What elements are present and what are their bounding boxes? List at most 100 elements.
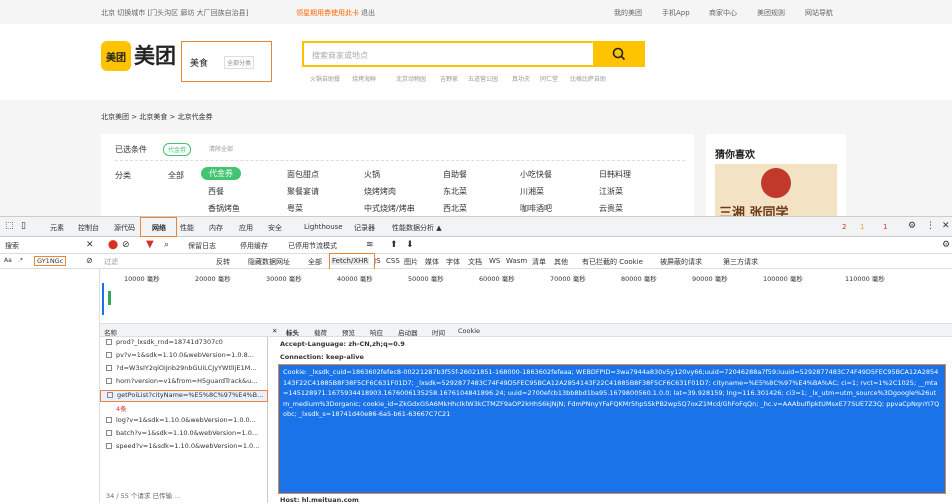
filter-other[interactable]: 其他 — [554, 257, 568, 267]
tab-cookies[interactable]: Cookie — [458, 327, 480, 335]
network-overview[interactable]: 10000 毫秒 20000 毫秒 30000 毫秒 40000 毫秒 5000… — [100, 269, 952, 324]
filter-manifest[interactable]: 清单 — [532, 257, 546, 267]
top-link-sitemap[interactable]: 网站导航 — [805, 8, 833, 18]
filter-media[interactable]: 媒体 — [425, 257, 439, 267]
settings-icon[interactable]: ⚙ — [908, 221, 916, 231]
category-item[interactable]: 小吃快餐 — [520, 169, 552, 180]
tab-performance[interactable]: 性能 — [180, 223, 194, 233]
request-row[interactable]: batch?v=1&sdk=1.10.0&webVersion=1.0... — [100, 429, 268, 441]
tab-elements[interactable]: 元素 — [50, 223, 64, 233]
tab-security[interactable]: 安全 — [268, 223, 282, 233]
tab-recorder[interactable]: 记录器 — [354, 223, 375, 233]
tab-lighthouse[interactable]: Lighthouse — [304, 223, 343, 231]
invert-checkbox[interactable]: 反转 — [216, 257, 230, 267]
hot-word[interactable]: 烧烤海鲜 — [352, 74, 376, 83]
error-badge[interactable]: 2 — [842, 223, 846, 231]
hot-word[interactable]: 真功夫 — [512, 74, 530, 83]
category-item[interactable]: 日韩料理 — [599, 169, 631, 180]
clear-search-icon[interactable]: ⊘ — [86, 256, 93, 265]
search-input[interactable]: 搜索商家或地点 — [302, 41, 595, 67]
filter-all[interactable]: 全部 — [308, 257, 322, 267]
category-tag-active[interactable]: 代金券 — [201, 167, 241, 180]
request-row[interactable]: speed?v=1&sdk=1.10.0&webVersion=1.0... — [100, 442, 268, 454]
filter-img[interactable]: 图片 — [404, 257, 418, 267]
search-network-icon[interactable]: ⌕ — [164, 240, 169, 250]
filter-doc[interactable]: 文档 — [468, 257, 482, 267]
hot-word[interactable]: 北京动物园 — [396, 74, 426, 83]
throttle-select[interactable]: 已停用节流模式 — [288, 241, 337, 251]
meituan-logo-icon[interactable]: 美团 — [101, 41, 131, 71]
recommend-image[interactable]: 三湘 张同学 — [715, 164, 837, 221]
tab-application[interactable]: 应用 — [239, 223, 253, 233]
tab-preview[interactable]: 预览 — [342, 327, 355, 337]
inspect-icon[interactable]: ⬚ — [5, 221, 14, 231]
category-item[interactable]: 东北菜 — [443, 186, 467, 197]
category-dropdown[interactable]: 全部分类 — [224, 56, 255, 69]
warning-badge[interactable]: 1 — [860, 223, 864, 231]
category-item[interactable]: 粤菜 — [287, 203, 303, 214]
category-item[interactable]: 咖啡酒吧 — [520, 203, 552, 214]
top-link-merchant[interactable]: 商家中心 — [709, 8, 737, 18]
tab-console[interactable]: 控制台 — [78, 223, 99, 233]
category-item[interactable]: 烧烤烤肉 — [364, 186, 396, 197]
filter-tag[interactable]: 代金券 — [163, 143, 192, 156]
filter-input[interactable]: 过滤 — [104, 257, 118, 267]
filter-font[interactable]: 字体 — [446, 257, 460, 267]
category-item[interactable]: 西餐 — [208, 186, 224, 197]
category-item[interactable]: 中式烧烤/烤串 — [364, 203, 415, 214]
tab-sources[interactable]: 源代码 — [114, 223, 135, 233]
top-link-app[interactable]: 手机App — [662, 8, 690, 18]
hot-word[interactable]: 同仁堂 — [540, 74, 558, 83]
category-item[interactable]: 聚餐宴请 — [287, 186, 319, 197]
hot-word[interactable]: 五道营公园 — [468, 74, 498, 83]
name-header[interactable]: 名称 — [100, 324, 268, 337]
category-item[interactable]: 火锅 — [364, 169, 380, 180]
request-row[interactable]: pv?v=1&sdk=1.10.0&webVersion=1.0.8... — [100, 351, 268, 363]
tab-initiator[interactable]: 启动器 — [398, 327, 418, 337]
request-row[interactable]: log?v=1&sdk=1.10.0&webVersion=1.0.0... — [100, 416, 268, 428]
blocked-requests-checkbox[interactable]: 被屏蔽的请求 — [660, 257, 702, 267]
logout-link[interactable]: 退出 — [361, 8, 375, 18]
tab-performance-insights[interactable]: 性能数据分析 ▲ — [392, 223, 442, 233]
category-selector[interactable]: 美食 全部分类 — [181, 41, 272, 82]
blocked-cookies-checkbox[interactable]: 有已拦截的 Cookie — [582, 257, 643, 267]
tab-response[interactable]: 响应 — [370, 327, 383, 337]
category-item[interactable]: 面包甜点 — [287, 169, 319, 180]
issue-badge[interactable]: 1 — [883, 223, 887, 231]
third-party-checkbox[interactable]: 第三方请求 — [723, 257, 758, 267]
more-icon[interactable]: ⋮ — [926, 221, 935, 231]
clear-icon[interactable]: ⊘ — [122, 240, 130, 250]
breadcrumb[interactable]: 北京美团 > 北京美食 > 北京代金券 — [101, 112, 213, 122]
category-item[interactable]: 西北菜 — [443, 203, 467, 214]
tab-memory[interactable]: 内存 — [209, 223, 223, 233]
tab-timing[interactable]: 时间 — [432, 327, 445, 337]
search-value-input[interactable]: GY1NGc — [34, 256, 67, 266]
tab-payload[interactable]: 载荷 — [314, 327, 327, 337]
close-icon[interactable]: ✕ — [942, 221, 950, 231]
export-icon[interactable]: ⬇ — [406, 240, 414, 250]
filter-ws[interactable]: WS — [489, 257, 500, 265]
top-link-rules[interactable]: 美团规则 — [757, 8, 785, 18]
wifi-icon[interactable]: ≋ — [366, 240, 374, 250]
location-text[interactable]: 北京 切换城市 [门头沟区 廊坊 大厂回族自治县] — [101, 8, 248, 18]
close-search-icon[interactable]: ✕ — [86, 240, 94, 250]
search-button[interactable] — [595, 41, 645, 67]
tab-headers[interactable]: 标头 — [286, 327, 299, 337]
clear-filter-link[interactable]: 清除全部 — [209, 144, 233, 153]
filter-wasm[interactable]: Wasm — [506, 257, 527, 265]
request-row[interactable]: prod?_lxsdk_rnd=18741d7307c0 — [100, 338, 268, 350]
hot-word[interactable]: 吉野家 — [440, 74, 458, 83]
hot-word[interactable]: 火锅自助餐 — [310, 74, 340, 83]
logo-text[interactable]: 美团 — [134, 40, 176, 70]
top-link-my[interactable]: 我的美团 — [614, 8, 642, 18]
request-row[interactable]: ?d=W3sIY2qiOiJnb29nbGUiLCJyYWtlIjE1M... — [100, 364, 268, 376]
device-toggle-icon[interactable]: ▯ — [21, 221, 26, 231]
category-all[interactable]: 全部 — [168, 170, 184, 181]
header-cookie-selected[interactable]: Cookie: _lxsdk_cuid=1863602fefec8-002212… — [278, 364, 946, 494]
category-item[interactable]: 自助餐 — [443, 169, 467, 180]
filter-icon[interactable]: ▼ — [146, 239, 154, 250]
close-detail-icon[interactable]: ✕ — [272, 327, 277, 335]
hot-word[interactable]: 比格比萨自助 — [570, 74, 606, 83]
promo-link[interactable]: 领星期用券使用此卡 — [296, 8, 359, 18]
match-case-icon[interactable]: Aa — [4, 257, 12, 264]
